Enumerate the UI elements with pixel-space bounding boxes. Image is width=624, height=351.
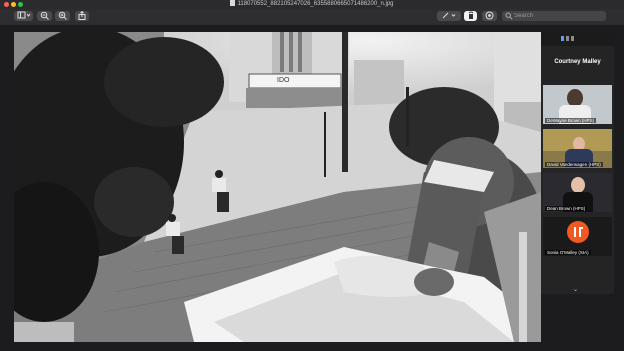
search-icon [505,12,513,20]
street-photo: IDO [14,32,541,342]
annotate-button[interactable] [482,11,497,21]
participant-tile[interactable]: Dean Brown (HPS) [543,173,612,212]
search-input[interactable] [514,11,602,21]
participant-tile[interactable]: Sonia O'Malley (SIA) [543,217,612,256]
view-toggle-icon[interactable] [561,36,564,41]
view-toggle-icon-3[interactable] [571,36,574,41]
share-icon [78,10,86,20]
sidebar-button[interactable] [14,11,33,21]
participant-name: Sonia O'Malley (SIA) [545,250,591,255]
scroll-down-chevron-icon[interactable]: ⌄ [573,286,578,293]
zoom-out-icon [40,11,49,20]
zoom-panel-header [541,32,614,46]
share-button[interactable] [75,10,89,21]
zoom-in-icon [58,11,67,20]
participant-name: Dean Brown (HPS) [545,206,588,211]
annotate-icon [485,11,494,20]
rotate-icon [468,11,473,19]
view-toggle-icon-2[interactable] [566,36,569,41]
zoom-in-button[interactable] [55,11,70,21]
search-box[interactable] [502,11,606,21]
storefront-sign: IDO [277,77,290,84]
markup-button[interactable] [437,11,461,21]
window-title-text: 118070552_882105247026_63558806650714862… [237,1,394,7]
window-title: 118070552_882105247026_63558806650714862… [0,0,624,9]
toolbar [0,9,624,26]
participant-name: David Vanderwagen (HPS) [545,162,603,167]
participant-tile[interactable]: David Vanderwagen (HPS) [543,129,612,168]
participant-tile[interactable]: DeWayne Brown (HPS) [543,85,612,124]
markup-pen-icon [442,12,456,19]
participant-name: DeWayne Brown (HPS) [545,118,597,123]
photo-canvas[interactable]: IDO [14,32,541,342]
rotate-button[interactable] [464,11,477,21]
zoom-out-button[interactable] [37,11,52,21]
image-file-icon [230,0,236,7]
avatar-logo-icon [574,227,583,237]
title-bar: 118070552_882105247026_63558806650714862… [0,0,624,9]
active-speaker-name: Courtney Malley [554,59,601,65]
sidebar-icon [17,11,30,19]
zoom-participants-panel: Courtney Malley DeWayne Brown (HPS) Davi… [541,32,614,294]
